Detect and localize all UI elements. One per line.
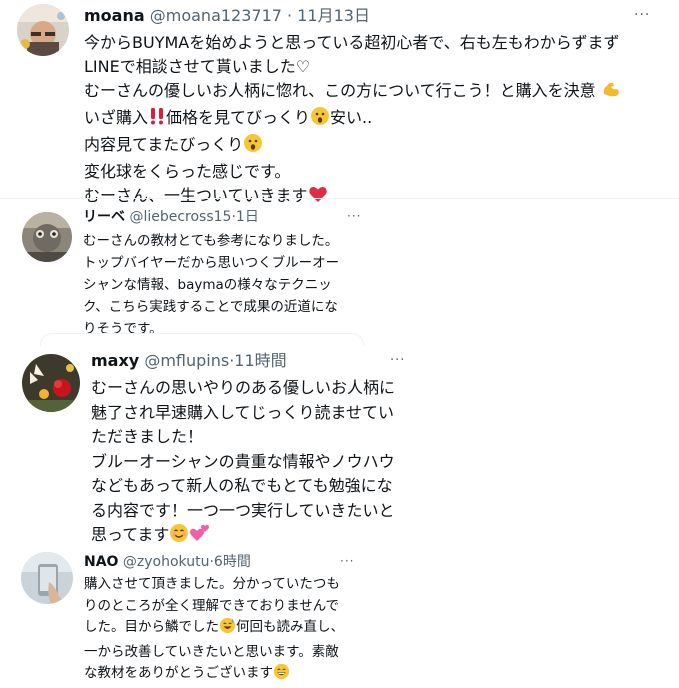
text-line: 変化球をくらった感じです。 <box>84 162 291 181</box>
handle[interactable]: @liebecross15 <box>129 209 231 225</box>
text-line: な教材をありがとうございます <box>84 663 344 688</box>
tweet-header: NAO @zyohokutu·6時間 <box>84 555 251 569</box>
text-line: むーさんの教材とても参考になりました。 <box>83 233 339 249</box>
divider <box>0 198 679 199</box>
double-exclamation-icon <box>148 106 166 133</box>
text-line: トップバイヤーだから思いつくブルーオー <box>83 255 340 271</box>
tweet-text: 購入させて頂きました。分かっていたつも りのところが全く理解できておりませんで … <box>84 574 344 688</box>
tweet-text: むーさんの思いやりのある優しいお人柄に 魅了され早速購入してじっくり読ませてい … <box>91 376 395 551</box>
tweet-header: リーベ @liebecross15·1日 <box>83 210 259 224</box>
avatar-phone-photo-icon <box>21 552 73 604</box>
more-options-icon[interactable]: ··· <box>347 210 361 222</box>
text-line: りのところが全く理解できておりませんで <box>84 597 340 614</box>
avatar[interactable] <box>17 4 69 56</box>
surprised-face-icon <box>243 133 263 160</box>
text-line: ブルーオーシャンの貴重な情報やノウハウ <box>91 451 395 471</box>
text-line: 一から改善していきたいと思います。素敵 <box>84 643 339 660</box>
tweet-header: maxy @mflupins·11時間 <box>91 353 287 369</box>
timestamp[interactable]: 11時間 <box>234 351 286 370</box>
text-line: シャンな情報、baymaの様々なテクニッ <box>83 277 332 293</box>
avatar-photo-icon <box>17 4 69 56</box>
reply-maxy[interactable]: maxy @mflupins·11時間 ··· むーさんの思いやりのある優しいお… <box>0 345 679 544</box>
text-line: ク、こちら実践することで成果の近道にな <box>83 299 338 315</box>
tweet-moana[interactable]: moana @moana123717 · 11月13日 ··· 今からBUYMA… <box>0 0 679 205</box>
text-line: むーさんの思いやりのある優しいお人柄に <box>91 378 396 397</box>
text-line: いざ購入 価格を見てびっくり 安い.. <box>84 106 621 133</box>
handle[interactable]: @moana123717 <box>150 6 282 25</box>
tweet-text: 今からBUYMAを始めようと思っている超初心者で、右も左もわからずまず LINE… <box>84 31 621 211</box>
sweat-smile-icon <box>219 617 236 642</box>
text-line: 魅了され早速購入してじっくり読ませてい <box>91 402 395 422</box>
avatar-photo-icon <box>22 212 72 262</box>
avatar[interactable] <box>22 354 80 412</box>
handle[interactable]: @zyohokutu <box>123 554 210 570</box>
timestamp[interactable]: 6時間 <box>214 554 251 570</box>
more-options-icon[interactable]: ··· <box>634 8 650 22</box>
surprised-face-icon <box>310 106 330 133</box>
text-line: などもあって新人の私でもとても勉強にな <box>91 476 393 495</box>
text-line: むーさんの優しいお人柄に惚れ、この方について行こう！と購入を決意 <box>84 79 621 106</box>
text-line: ただきました！ <box>91 427 204 446</box>
tweet-text: むーさんの教材とても参考になりました。 トップバイヤーだから思いつくブルーオー … <box>83 230 339 340</box>
tweet-header: moana @moana123717 · 11月13日 <box>84 8 370 24</box>
reply-liebe[interactable]: リーベ @liebecross15·1日 ··· むーさんの教材とても参考になり… <box>0 200 679 350</box>
avatar-flowers-icon <box>22 354 80 412</box>
reply-nao[interactable]: NAO @zyohokutu·6時間 ··· 購入させて頂きました。分かっていた… <box>0 545 679 681</box>
avatar[interactable] <box>22 212 72 262</box>
more-options-icon[interactable]: ··· <box>340 555 354 567</box>
text-line: 購入させて頂きました。分かっていたつも <box>84 576 340 592</box>
display-name[interactable]: リーベ <box>83 209 125 225</box>
grinning-face-icon <box>273 663 290 688</box>
display-name[interactable]: maxy <box>91 351 139 370</box>
more-options-icon[interactable]: ··· <box>390 354 405 367</box>
display-name[interactable]: NAO <box>84 554 118 570</box>
text-line: LINEで相談させて貰いました♡ <box>84 57 311 76</box>
text-line: した。目から鱗でした 何回も読み直し、 <box>84 617 344 642</box>
separator: · <box>287 6 293 25</box>
muscle-icon <box>601 79 621 106</box>
text-line: る内容です！一つ一つ実行していきたいと <box>91 500 395 520</box>
timestamp[interactable]: 11月13日 <box>297 6 370 25</box>
text-line: 今からBUYMAを始めようと思っている超初心者で、右も左もわからずまず <box>84 33 620 52</box>
text-line: 内容見てまたびっくり <box>84 133 621 160</box>
avatar[interactable] <box>21 552 73 604</box>
timestamp[interactable]: 1日 <box>236 209 259 225</box>
display-name[interactable]: moana <box>84 6 145 25</box>
handle[interactable]: @mflupins <box>144 351 229 370</box>
